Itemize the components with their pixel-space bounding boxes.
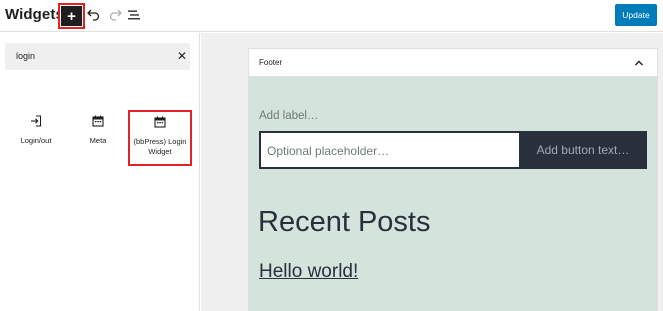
search-block-placeholder[interactable]: Optional placeholder… bbox=[267, 144, 389, 158]
widget-area-title: Footer bbox=[259, 58, 283, 67]
chevron-up-icon[interactable] bbox=[633, 57, 645, 69]
undo-button[interactable] bbox=[86, 7, 102, 23]
plus-icon: + bbox=[61, 6, 82, 26]
editor-canvas: Footer Add label… Optional placeholder… … bbox=[201, 33, 663, 311]
page-title: Widgets bbox=[5, 6, 64, 23]
block-item-label: Meta bbox=[89, 136, 107, 145]
update-button[interactable]: Update bbox=[615, 4, 657, 26]
block-search-field[interactable]: login ✕ bbox=[5, 43, 190, 70]
recent-posts-heading: Recent Posts bbox=[258, 206, 431, 238]
block-item-label: (bbPress) Login Widget bbox=[133, 137, 187, 156]
calendar-icon bbox=[154, 116, 166, 128]
redo-button[interactable] bbox=[107, 7, 123, 23]
list-view-button[interactable] bbox=[126, 7, 142, 23]
block-item-label: Login/out bbox=[20, 136, 52, 145]
undo-icon bbox=[87, 9, 100, 21]
block-inserter-panel: login ✕ Login/out Meta (bbPress) Login W… bbox=[0, 33, 200, 311]
search-block-label[interactable]: Add label… bbox=[259, 110, 318, 122]
calendar-icon bbox=[92, 115, 104, 127]
block-item-login-out[interactable]: Login/out bbox=[5, 115, 67, 146]
widget-area-header[interactable]: Footer bbox=[249, 49, 657, 77]
top-toolbar: Widgets + Update bbox=[0, 0, 663, 32]
close-icon[interactable]: ✕ bbox=[175, 48, 189, 64]
list-view-icon bbox=[128, 10, 140, 20]
add-block-button[interactable]: + bbox=[58, 3, 85, 29]
widget-area-content: Add label… Optional placeholder… Add but… bbox=[249, 77, 657, 311]
login-icon bbox=[31, 115, 42, 127]
block-item-meta[interactable]: Meta bbox=[67, 115, 129, 146]
search-block: Optional placeholder… Add button text… bbox=[259, 131, 647, 169]
widget-area-footer: Footer Add label… Optional placeholder… … bbox=[249, 49, 657, 311]
post-link[interactable]: Hello world! bbox=[259, 261, 358, 283]
redo-icon bbox=[109, 9, 122, 21]
block-item-bbpress-login-widget[interactable]: (bbPress) Login Widget bbox=[128, 110, 192, 166]
block-search-input[interactable]: login bbox=[16, 51, 35, 61]
search-block-button[interactable]: Add button text… bbox=[519, 133, 647, 167]
